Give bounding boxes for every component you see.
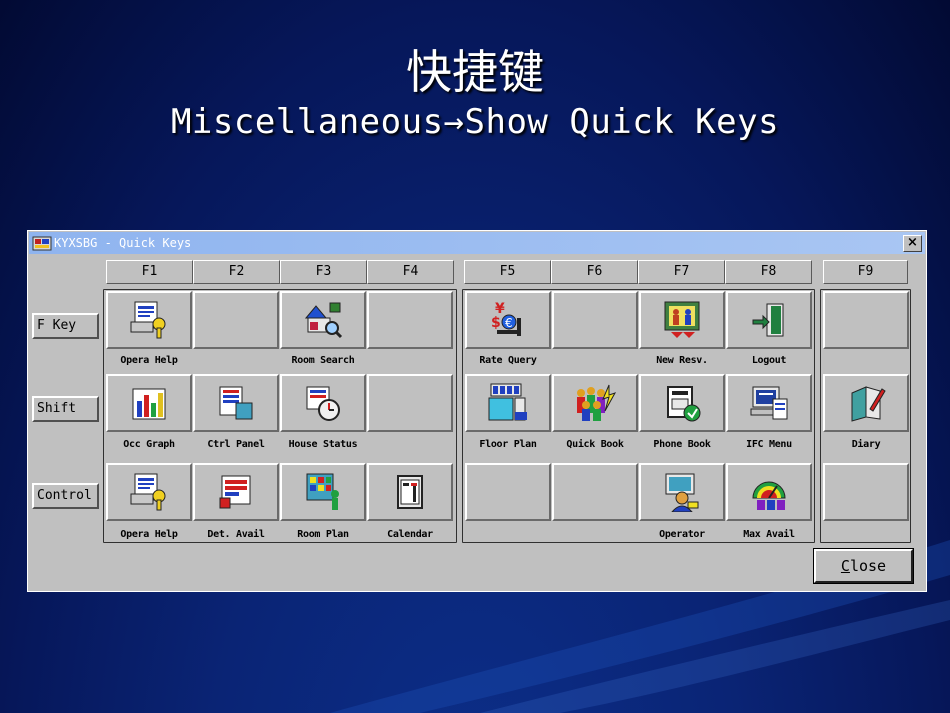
- slide-title-chinese: 快捷键: [406, 45, 544, 99]
- label-f-f8: Logout: [751, 355, 787, 366]
- label-shift-f5: Floor Plan: [479, 439, 537, 450]
- label-shift-f6: Quick Book: [566, 439, 624, 450]
- label-ctrl-f3: Room Plan: [297, 529, 349, 540]
- label-f-f3: Room Search: [291, 355, 355, 366]
- close-button-mnemonic: C: [840, 557, 850, 575]
- key-f-f1[interactable]: [106, 291, 192, 349]
- label-f-f1: Opera Help: [120, 355, 178, 366]
- key-shift-f8[interactable]: [726, 374, 812, 432]
- key-shift-f7[interactable]: [639, 374, 725, 432]
- operator-icon: [665, 473, 699, 512]
- label-f-f5: Rate Query: [479, 355, 537, 366]
- key-ctrl-f2[interactable]: [193, 463, 279, 521]
- svg-text:$: $: [491, 315, 501, 331]
- fkey-header-f8: F8: [725, 260, 812, 284]
- key-f-f3[interactable]: [280, 291, 366, 349]
- label-shift-f8: IFC Menu: [746, 439, 792, 450]
- key-shift-f5[interactable]: [465, 374, 551, 432]
- detail-avail-icon: [219, 475, 251, 509]
- svg-text:€: €: [505, 316, 513, 330]
- key-shift-f2[interactable]: [193, 374, 279, 432]
- bar-graph-icon: [132, 388, 166, 420]
- max-avail-gauge-icon: [752, 481, 786, 510]
- key-f-f7[interactable]: [639, 291, 725, 349]
- row-button-fkey[interactable]: F Key: [32, 313, 99, 339]
- key-f-f5[interactable]: ¥ $ €: [465, 291, 551, 349]
- label-shift-f2: Ctrl Panel: [207, 439, 265, 450]
- window-titlebar[interactable]: KYXSBG - Quick Keys ×: [29, 232, 925, 254]
- key-shift-f9[interactable]: [823, 374, 909, 432]
- fkey-header-f6: F6: [551, 260, 638, 284]
- label-ctrl-f2: Det. Avail: [207, 529, 265, 540]
- control-panel-icon: [219, 386, 253, 420]
- phone-book-icon: [667, 386, 701, 422]
- house-status-clock-icon: [306, 386, 340, 421]
- label-ctrl-f1: Opera Help: [120, 529, 178, 540]
- key-f-f8[interactable]: [726, 291, 812, 349]
- key-shift-f1[interactable]: [106, 374, 192, 432]
- key-shift-f3[interactable]: [280, 374, 366, 432]
- app-icon: [32, 236, 52, 251]
- key-ctrl-f8[interactable]: [726, 463, 812, 521]
- key-ctrl-f9[interactable]: [823, 463, 909, 521]
- fkey-header-f5: F5: [464, 260, 551, 284]
- fkey-header-f2: F2: [193, 260, 280, 284]
- rate-query-icon: ¥ $ €: [491, 301, 521, 336]
- label-ctrl-f8: Max Avail: [743, 529, 795, 540]
- fkey-header-f7: F7: [638, 260, 725, 284]
- key-f-f9[interactable]: [823, 291, 909, 349]
- quick-keys-window: KYXSBG - Quick Keys × F1 F2 F3 F4 F5 F6 …: [27, 230, 927, 592]
- close-button[interactable]: Close: [813, 548, 914, 584]
- logout-door-icon: [752, 303, 784, 337]
- key-f-f4[interactable]: [367, 291, 453, 349]
- key-ctrl-f7[interactable]: [639, 463, 725, 521]
- label-ctrl-f4: Calendar: [387, 529, 433, 540]
- label-ctrl-f7: Operator: [659, 529, 705, 540]
- fkey-header-f3: F3: [280, 260, 367, 284]
- label-shift-f1: Occ Graph: [123, 439, 175, 450]
- ifc-computer-icon: [750, 386, 788, 420]
- label-shift-f7: Phone Book: [653, 439, 711, 450]
- key-f-f2[interactable]: [193, 291, 279, 349]
- group-people-icon: [577, 384, 617, 421]
- key-ctrl-f4[interactable]: [367, 463, 453, 521]
- new-reservation-icon: [664, 301, 700, 338]
- key-ctrl-f5[interactable]: [465, 463, 551, 521]
- key-f-f6[interactable]: [552, 291, 638, 349]
- label-shift-f3: House Status: [288, 439, 358, 450]
- key-ctrl-f1[interactable]: [106, 463, 192, 521]
- room-plan-icon: [306, 473, 339, 510]
- floor-plan-icon: [488, 383, 527, 421]
- room-search-icon: [304, 302, 343, 339]
- window-close-icon[interactable]: ×: [903, 235, 922, 252]
- key-shift-f6[interactable]: [552, 374, 638, 432]
- help-key-icon: [130, 473, 166, 511]
- close-button-label: lose: [849, 557, 887, 575]
- key-ctrl-f6[interactable]: [552, 463, 638, 521]
- diary-pen-icon: [851, 386, 886, 422]
- fkey-header-f1: F1: [106, 260, 193, 284]
- key-shift-f4[interactable]: [367, 374, 453, 432]
- fkey-header-f9: F9: [823, 260, 908, 284]
- calendar-icon: [397, 475, 423, 509]
- row-button-control[interactable]: Control: [32, 483, 99, 509]
- row-button-shift[interactable]: Shift: [32, 396, 99, 422]
- fkey-header-f4: F4: [367, 260, 454, 284]
- window-title: KYXSBG - Quick Keys: [54, 236, 192, 250]
- key-ctrl-f3[interactable]: [280, 463, 366, 521]
- slide-title-english: Miscellaneous→Show Quick Keys: [170, 102, 780, 142]
- label-f-f7: New Resv.: [656, 355, 708, 366]
- label-shift-f9: Diary: [851, 439, 881, 450]
- help-key-icon: [130, 301, 166, 339]
